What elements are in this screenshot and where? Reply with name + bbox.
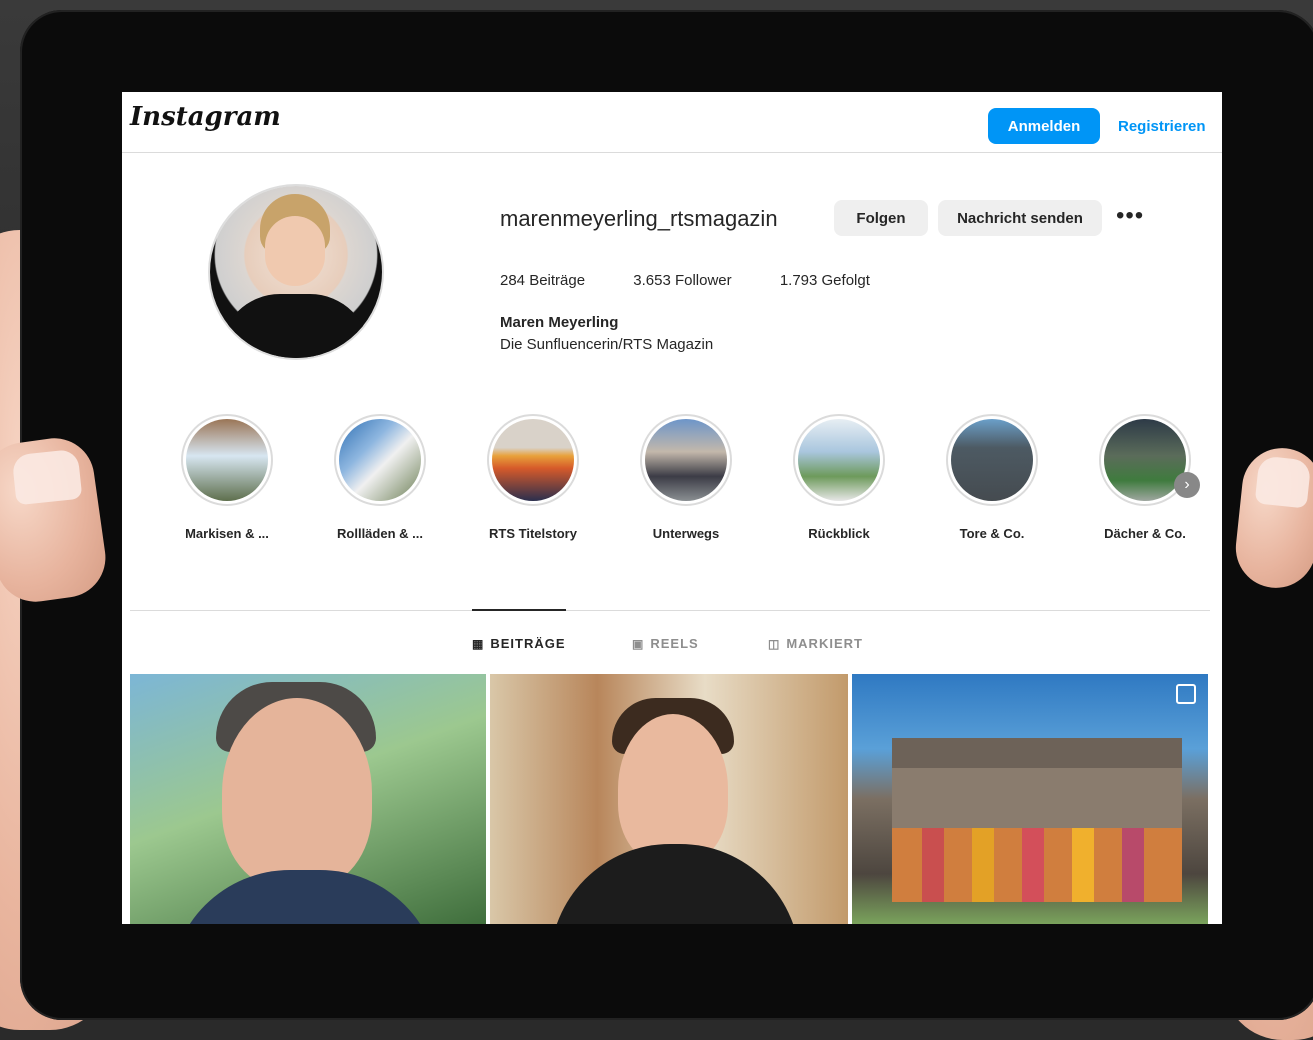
highlight-label: Unterwegs [652,526,720,541]
login-button[interactable]: Anmelden [988,108,1100,144]
highlight-tore[interactable]: Tore & Co. [927,414,1057,541]
post-tile[interactable] [852,674,1208,924]
instagram-logo[interactable]: Instagram [130,102,281,132]
highlight-label: Rollläden & ... [337,526,423,541]
top-navigation: Instagram Anmelden Registrieren [122,92,1222,153]
tab-reels[interactable]: ▣ REELS [632,636,699,651]
highlight-image [186,419,268,501]
right-thumbnail [1254,455,1312,509]
post-building-panel [1022,828,1044,902]
story-highlights: Markisen & ... Rollläden & ... RTS Titel… [162,414,1222,554]
profile-avatar[interactable] [210,186,382,358]
highlight-ring [334,414,426,506]
highlight-label: Dächer & Co. [1104,526,1186,541]
left-thumbnail [11,448,83,506]
highlight-ring [946,414,1038,506]
tab-beitraege[interactable]: ▦ BEITRÄGE [472,636,566,651]
highlight-rueckblick[interactable]: Rückblick [774,414,904,541]
instagram-screen: Instagram Anmelden Registrieren marenmey… [122,92,1222,924]
chevron-right-icon[interactable]: › [1174,472,1200,498]
avatar-body [220,294,370,358]
highlight-label: Rückblick [808,526,870,541]
post-person-body [550,844,800,924]
post-building-panel [922,828,944,902]
tab-label: REELS [650,636,699,651]
highlight-unterwegs[interactable]: Unterwegs [621,414,751,541]
profile-name: Maren Meyerling [500,314,619,331]
profile-bio: Die Sunfluencerin/RTS Magazin [500,336,714,353]
post-person-body [170,870,440,924]
highlight-image [339,419,421,501]
avatar-face [265,216,325,286]
grid-icon: ▦ [472,636,485,651]
highlight-ring [793,414,885,506]
tab-label: BEITRÄGE [490,636,566,651]
post-building-middle [892,768,1182,828]
highlight-label: Tore & Co. [959,526,1025,541]
post-building-top [892,738,1182,768]
multiple-images-icon [1176,684,1196,704]
tagged-icon: ◫ [768,636,781,651]
register-link[interactable]: Registrieren [1118,118,1206,135]
highlight-image [798,419,880,501]
active-tab-indicator [472,609,566,611]
reels-icon: ▣ [632,636,645,651]
post-tile[interactable] [490,674,848,924]
following-count[interactable]: 1.793 Gefolgt [780,272,870,289]
post-building-panel [972,828,994,902]
tab-label: MARKIERT [786,636,863,651]
profile-username: marenmeyerling_rtsmagazin [500,206,778,231]
profile-stats: 284 Beiträge 3.653 Follower 1.793 Gefolg… [500,272,914,289]
post-tile[interactable] [130,674,486,924]
highlight-image [951,419,1033,501]
post-person-face [618,714,728,864]
post-building-panel [1122,828,1144,902]
highlight-rolllaeden[interactable]: Rollläden & ... [315,414,445,541]
follow-button[interactable]: Folgen [834,200,928,236]
highlight-image [492,419,574,501]
more-options-icon[interactable]: ••• [1116,202,1144,230]
send-message-button[interactable]: Nachricht senden [938,200,1102,236]
posts-count[interactable]: 284 Beiträge [500,272,585,289]
followers-count[interactable]: 3.653 Follower [633,272,731,289]
highlight-rts-titelstory[interactable]: RTS Titelstory [468,414,598,541]
tabs-separator [130,610,1210,611]
highlight-ring [640,414,732,506]
highlight-ring [181,414,273,506]
highlight-label: Markisen & ... [185,526,269,541]
highlight-markisen[interactable]: Markisen & ... [162,414,292,541]
highlight-image [645,419,727,501]
post-building-panel [1072,828,1094,902]
tab-markiert[interactable]: ◫ MARKIERT [768,636,863,651]
highlight-ring [487,414,579,506]
post-person-face [222,698,372,888]
highlight-label: RTS Titelstory [489,526,577,541]
